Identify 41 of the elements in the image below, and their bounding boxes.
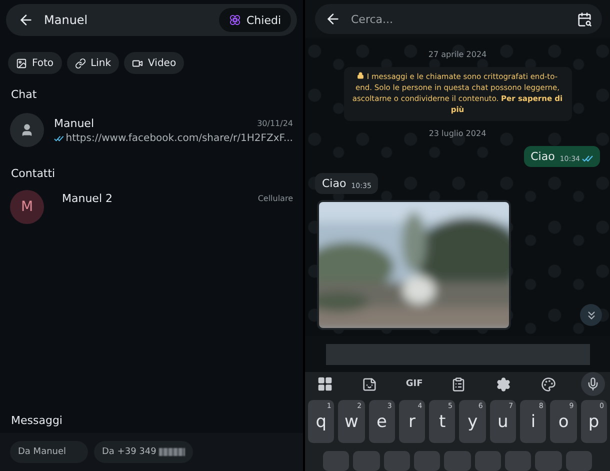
video-camera-icon <box>132 58 144 68</box>
settings-icon <box>496 376 512 392</box>
filter-chip[interactable]: Foto <box>8 52 62 74</box>
section-heading: Contatti <box>10 166 56 180</box>
calendar-search-icon[interactable] <box>577 12 592 26</box>
back-arrow-icon[interactable] <box>325 11 341 27</box>
clipboard-icon <box>451 376 466 392</box>
section-heading: Messaggi <box>10 414 64 429</box>
date-label: 27 aprile 2024 <box>427 49 488 61</box>
contact-name: Manuel 2 <box>62 192 112 205</box>
ask-button[interactable]: Chiedi <box>219 8 291 32</box>
link-icon <box>74 58 86 68</box>
microphone-button[interactable] <box>580 372 605 396</box>
contact-label: Cellulare <box>258 194 293 203</box>
chat-preview: https://www.facebook.com/share/r/1H2FZxF... <box>54 132 293 144</box>
flower-icon <box>229 14 242 26</box>
microphone-icon <box>586 377 600 391</box>
avatar-icon <box>10 113 44 147</box>
sender-filter-chip[interactable]: Da Manuel <box>10 441 88 463</box>
chat-name: Manuel <box>54 116 94 130</box>
filter-chip[interactable]: Link <box>66 52 120 74</box>
filter-chip[interactable]: Video <box>124 52 184 74</box>
image-icon <box>16 58 27 68</box>
date-label: 23 luglio 2024 <box>428 128 488 140</box>
palette-icon <box>540 376 556 392</box>
sticker-icon <box>362 376 378 392</box>
sender-filter-chip[interactable]: Da +39 349 <box>94 441 194 463</box>
search-field[interactable]: Cerca... <box>315 4 602 34</box>
contact-avatar: M <box>10 190 44 224</box>
search-placeholder: Cerca... <box>351 12 394 26</box>
search-field[interactable]: Manuel Chiedi <box>6 4 297 36</box>
chat-date: 30/11/24 <box>257 118 293 128</box>
read-ticks-icon <box>582 155 593 162</box>
message-input-field[interactable] <box>326 344 590 364</box>
scroll-down-button[interactable] <box>580 304 602 326</box>
grid-icon <box>317 376 333 392</box>
gif-button[interactable]: GIF <box>402 372 426 396</box>
lock-icon <box>357 72 364 79</box>
read-ticks-icon <box>54 134 64 142</box>
search-text: Manuel <box>44 13 89 27</box>
section-heading: Chat <box>10 87 38 101</box>
